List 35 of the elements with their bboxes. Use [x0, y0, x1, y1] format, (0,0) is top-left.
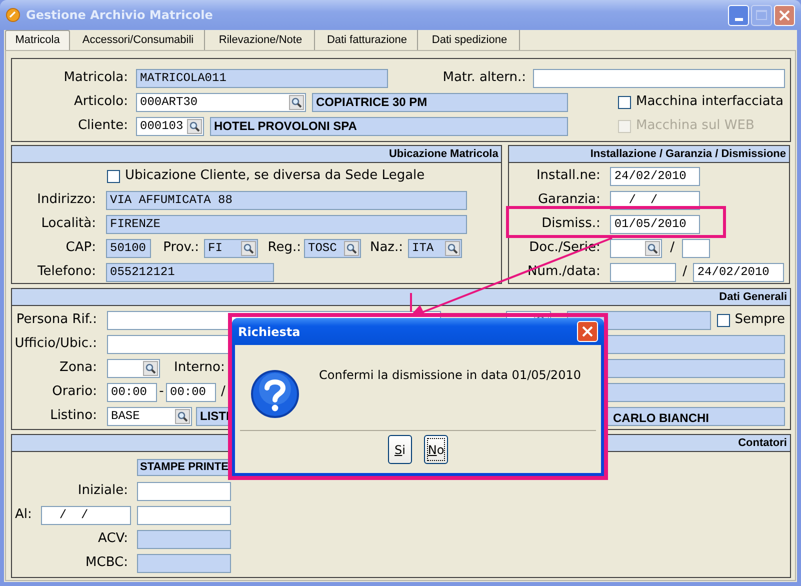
- field-label: /: [221, 383, 226, 402]
- field-label: Listino:: [49, 407, 97, 426]
- field-label: Matr. altern.:: [442, 69, 526, 88]
- dialog-message: Confermi la dismissione in data 01/05/2010: [319, 367, 581, 384]
- field-label: Num./data:: [526, 263, 600, 282]
- field-label: Garanzia:: [536, 191, 600, 210]
- field-label: Indirizzo:: [36, 191, 96, 210]
- field-label: MCBC:: [84, 554, 128, 572]
- field-label: Località:: [40, 215, 96, 234]
- field-label: Matricola:: [62, 69, 128, 88]
- field-label: Telefono:: [36, 263, 96, 282]
- field-label: Install.ne:: [535, 167, 600, 186]
- field-label: Dismiss.:: [540, 215, 600, 234]
- section-header: Ubicazione Matricola: [12, 146, 502, 163]
- field-label: Persona Rif.:: [15, 311, 97, 330]
- dialog-title: Richiesta: [238, 324, 300, 340]
- field-label: Cliente:: [76, 117, 128, 136]
- section-header: Installazione / Garanzia / Dismissione: [509, 146, 789, 163]
- field-label: Zona:: [58, 359, 97, 378]
- field-label: /: [669, 239, 676, 258]
- field-label: Ufficio/Ubic.:: [14, 335, 97, 354]
- field-label: Iniziale:: [76, 482, 128, 500]
- window-title: Gestione Archivio Matricole: [26, 7, 213, 24]
- field-label: Orario:: [51, 383, 97, 402]
- field-label: Articolo:: [73, 93, 128, 112]
- field-label: Interno:: [174, 359, 225, 378]
- section-header: Dati Generali: [12, 289, 790, 306]
- field-label: Reg.:: [266, 239, 301, 258]
- field-label: -: [158, 383, 165, 402]
- field-label: /: [682, 263, 688, 282]
- field-label: ACV:: [97, 530, 128, 548]
- field-label: CAP:: [64, 239, 96, 258]
- field-label: Prov.:: [162, 239, 199, 258]
- field-label: Naz.:: [368, 239, 403, 258]
- field-label: Al:: [15, 506, 33, 524]
